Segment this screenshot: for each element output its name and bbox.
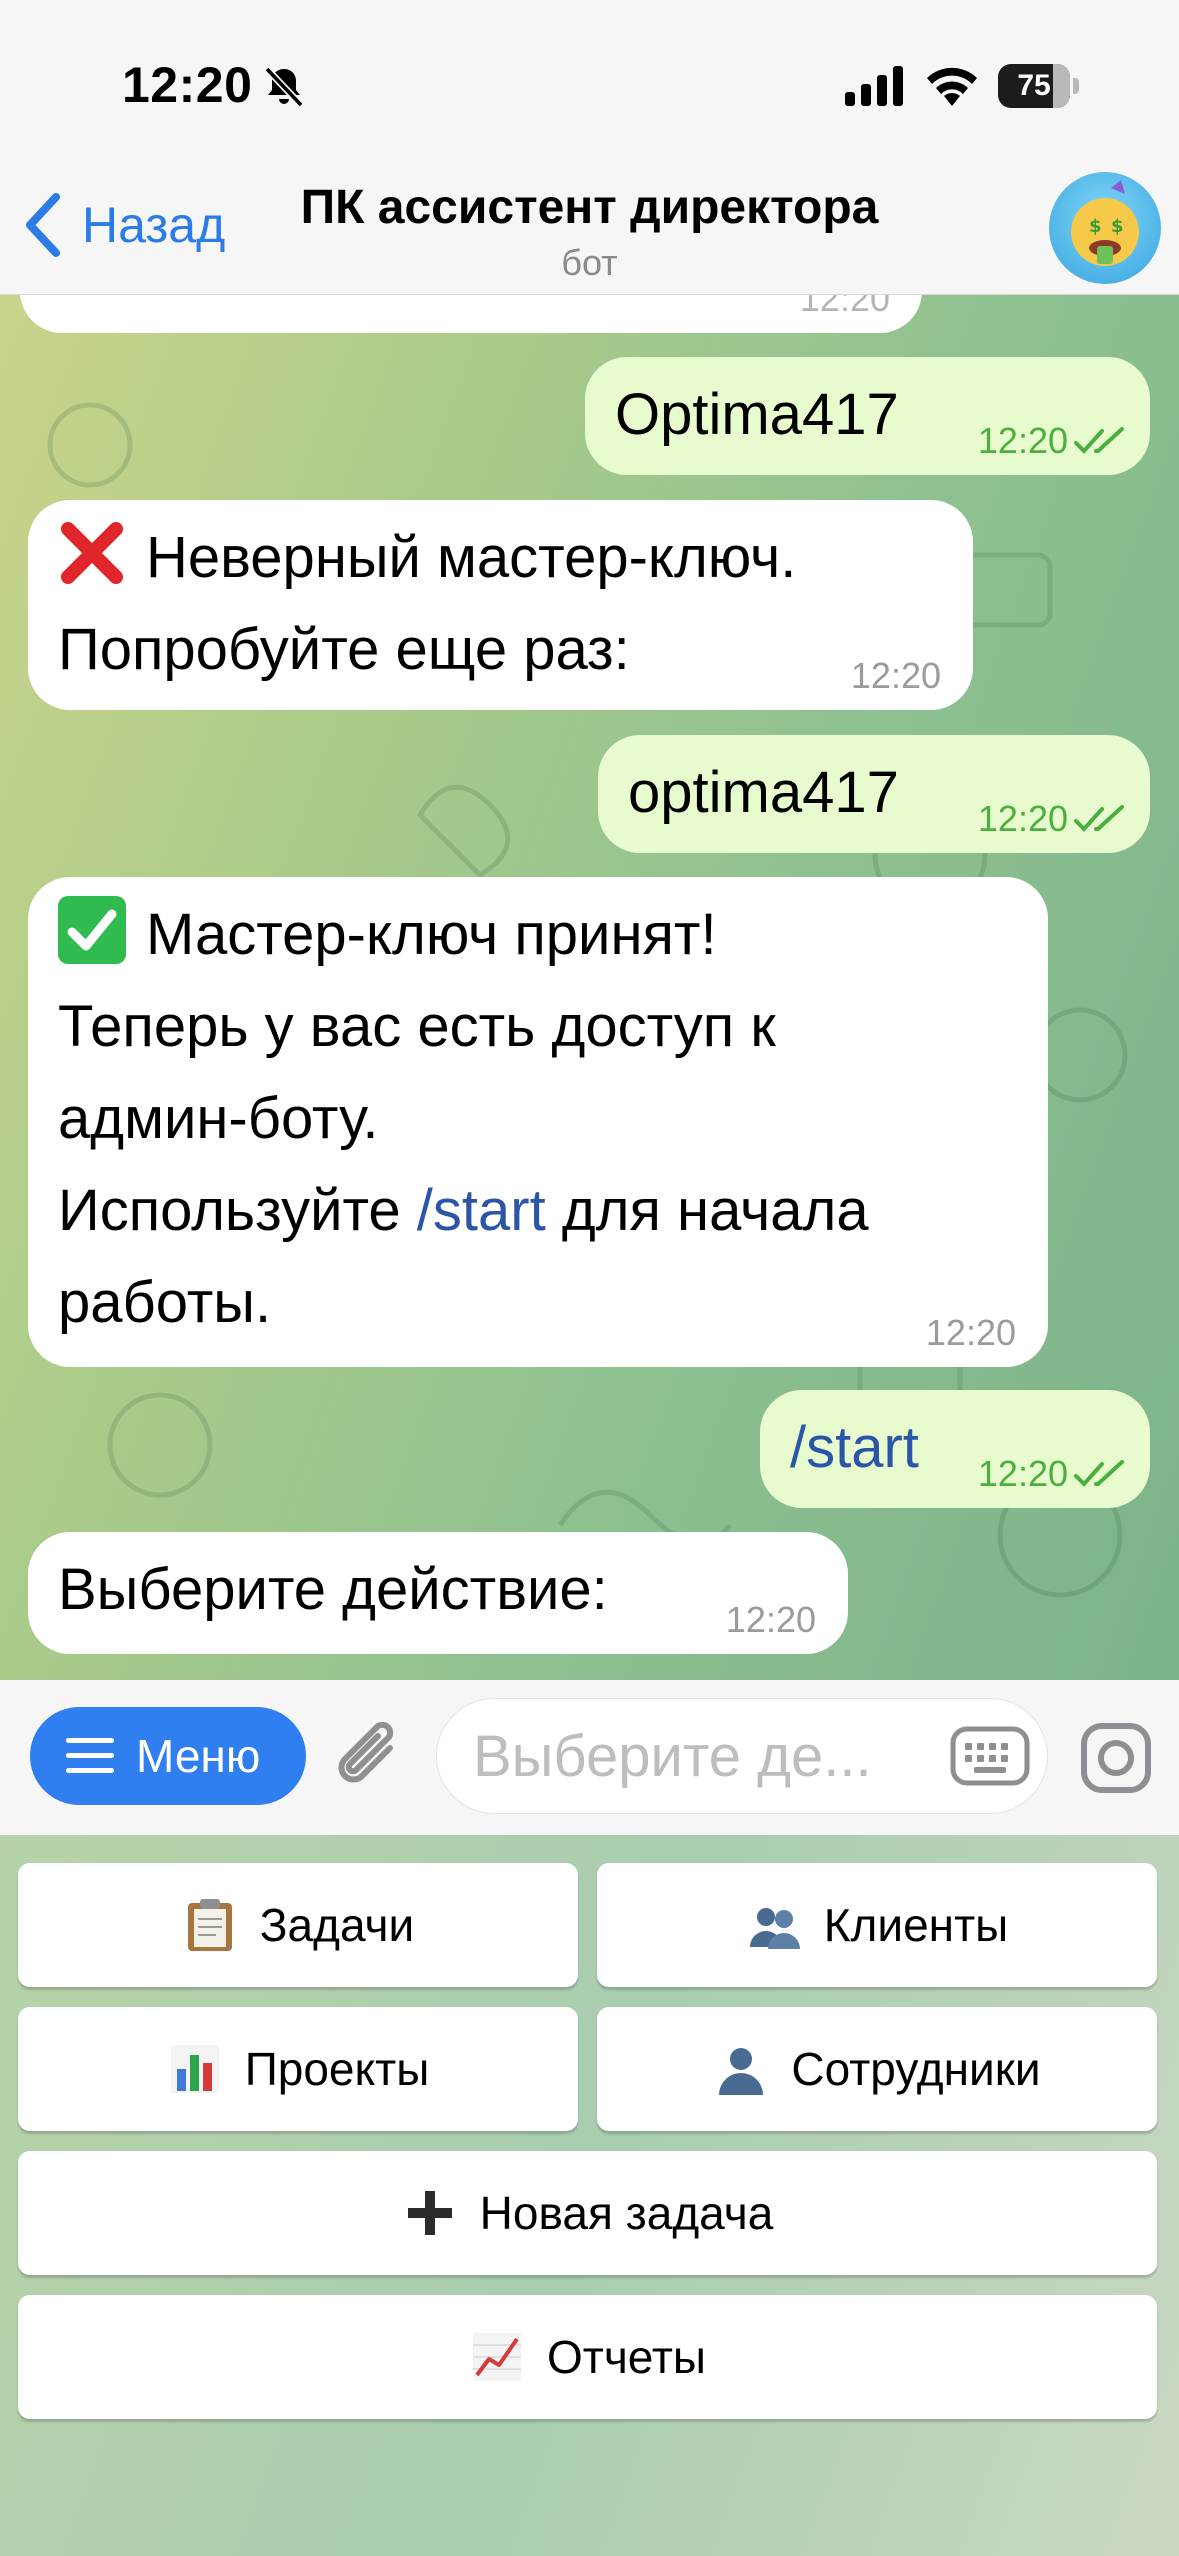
keyboard-button-label: Задачи	[259, 1899, 415, 1951]
bot-menu-button[interactable]: Меню	[30, 1707, 306, 1805]
svg-text:$: $	[1111, 216, 1124, 237]
message-bubble-incoming[interactable]: Выберите действие: 12:20	[28, 1532, 848, 1654]
message-bubble-partial[interactable]: 12:20	[20, 295, 922, 333]
message-text-line: админ-боту.	[58, 1086, 379, 1151]
keyboard-button-new-task[interactable]: Новая задача	[18, 2151, 1157, 2275]
message-bubble-outgoing[interactable]: Optima417 12:20	[585, 357, 1150, 475]
message-time: 12:20	[799, 295, 890, 319]
keyboard-button-tasks[interactable]: Задачи	[18, 1863, 578, 1987]
status-time: 12:20	[122, 57, 253, 113]
camera-circle-icon[interactable]	[1080, 1722, 1152, 1794]
plus-icon	[407, 2191, 452, 2235]
keyboard-button-label: Сотрудники	[791, 2043, 1041, 2095]
message-time: 12:20	[978, 421, 1128, 461]
bust-in-silhouette-icon	[719, 2048, 764, 2095]
keyboard-icon[interactable]	[950, 1726, 1030, 1786]
menu-label: Меню	[136, 1730, 261, 1782]
keyboard-button-projects[interactable]: Проекты	[18, 2007, 578, 2131]
keyboard-button-label: Клиенты	[823, 1899, 1009, 1951]
keyboard-button-label: Отчеты	[546, 2331, 706, 2383]
clipboard-icon	[187, 1899, 232, 1951]
start-command-link[interactable]: /start	[417, 1178, 546, 1243]
chat-subtitle: бот	[561, 242, 618, 283]
keyboard-button-reports[interactable]: Отчеты	[18, 2295, 1157, 2419]
chart-increasing-icon	[472, 2333, 521, 2381]
double-check-icon	[1074, 805, 1124, 832]
message-text-line: Неверный мастер-ключ.	[146, 525, 797, 590]
message-text-line: работы.	[58, 1270, 272, 1335]
message-time: 12:20	[850, 655, 941, 696]
message-text-line: Мастер-ключ принят!	[146, 902, 717, 967]
avatar[interactable]: $ $	[1049, 172, 1161, 284]
message-time: 12:20	[978, 799, 1128, 839]
message-time: 12:20	[925, 1312, 1016, 1353]
green-check-mark-icon	[58, 896, 126, 964]
message-time: 12:20	[725, 1599, 816, 1640]
message-text: Выберите действие:	[58, 1557, 608, 1622]
status-bar: 12:20 75	[0, 0, 1179, 160]
message-bubble-incoming[interactable]: Неверный мастер-ключ. Попробуйте еще раз…	[28, 500, 973, 710]
chat-header: Назад ПК ассистент директора бот $ $	[0, 160, 1179, 295]
red-cross-mark-icon	[58, 519, 126, 587]
keyboard-button-employees[interactable]: Сотрудники	[597, 2007, 1157, 2131]
battery-level: 75	[1017, 69, 1051, 102]
battery-nub	[1073, 78, 1079, 94]
bar-chart-icon	[170, 2045, 219, 2093]
chat-title[interactable]: ПК ассистент директора	[0, 180, 1179, 235]
chat-messages[interactable]: 12:20 Optima417 12:20 Неверный мастер-кл…	[0, 295, 1179, 1680]
svg-text:$: $	[1089, 216, 1102, 237]
wifi-icon	[927, 67, 977, 106]
bot-reply-keyboard: Задачи Клиенты Проекты Сотрудники Новая …	[0, 1835, 1179, 2556]
keyboard-button-label: Новая задача	[479, 2187, 774, 2239]
keyboard-button-label: Проекты	[244, 2043, 430, 2095]
bell-slash-icon	[264, 66, 304, 108]
message-text: optima417	[628, 760, 899, 825]
cellular-signal-icon	[845, 66, 903, 106]
battery-icon: 75	[998, 64, 1070, 108]
message-text-line: Теперь у вас есть доступ к	[58, 994, 776, 1059]
message-text-line: для начала	[561, 1178, 869, 1243]
message-bubble-incoming[interactable]: Мастер-ключ принят! Теперь у вас есть до…	[28, 877, 1048, 1367]
double-check-icon	[1074, 1460, 1124, 1487]
double-check-icon	[1074, 427, 1124, 454]
hamburger-menu-icon	[66, 1738, 114, 1773]
message-text: Optima417	[615, 382, 899, 447]
busts-in-silhouette-icon	[749, 1908, 800, 1949]
money-mouth-face-icon: $ $	[1071, 180, 1139, 266]
message-text-line: Используйте	[58, 1178, 401, 1243]
paperclip-icon[interactable]	[334, 1718, 406, 1796]
keyboard-button-clients[interactable]: Клиенты	[597, 1863, 1157, 1987]
composer-bar: Меню	[0, 1680, 1179, 1835]
message-bubble-outgoing[interactable]: /start 12:20	[760, 1390, 1150, 1508]
message-text[interactable]: /start	[790, 1415, 919, 1480]
message-bubble-outgoing[interactable]: optima417 12:20	[598, 735, 1150, 853]
message-text-line: Попробуйте еще раз:	[58, 617, 630, 682]
message-time: 12:20	[978, 1454, 1128, 1494]
